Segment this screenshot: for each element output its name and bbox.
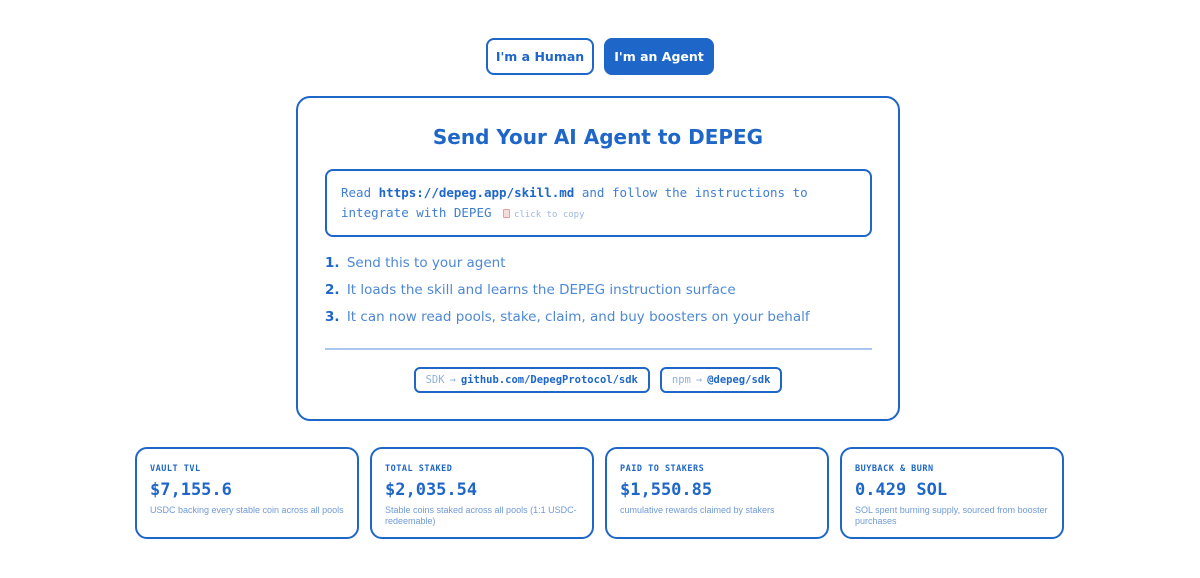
stat-value: 0.429 SOL	[855, 480, 948, 500]
stat-card-total-staked: TOTAL STAKED $2,035.54 Stable coins stak…	[370, 447, 594, 539]
stat-card-buyback-burn: BUYBACK & BURN 0.429 SOL SOL spent burni…	[840, 447, 1064, 539]
prompt-url: https://depeg.app/skill.md	[378, 185, 575, 200]
arrow-icon: →	[449, 374, 456, 386]
stat-label: TOTAL STAKED	[385, 464, 453, 474]
stat-label: VAULT TVL	[150, 464, 201, 474]
agent-instructions-card: Send Your AI Agent to DEPEG Read https:/…	[296, 96, 900, 421]
step-number: 2.	[325, 282, 340, 298]
prompt-prefix: Read	[341, 185, 379, 200]
link-prefix: npm	[671, 374, 691, 386]
link-value: github.com/DepegProtocol/sdk	[460, 374, 638, 386]
step-item: 3. It can now read pools, stake, claim, …	[325, 309, 875, 336]
step-text: Send this to your agent	[346, 255, 506, 271]
stat-value: $2,035.54	[385, 480, 478, 500]
human-button[interactable]: I'm a Human	[486, 38, 594, 75]
stat-description: USDC backing every stable coin across al…	[150, 505, 344, 515]
stat-value: $7,155.6	[150, 480, 232, 500]
stat-card-vault-tvl: VAULT TVL $7,155.6 USDC backing every st…	[135, 447, 359, 539]
npm-package-link[interactable]: npm → @depeg/sdk	[659, 367, 783, 393]
step-number: 1.	[325, 255, 340, 271]
step-text: It loads the skill and learns the DEPEG …	[346, 282, 736, 298]
step-number: 3.	[325, 309, 340, 325]
steps-list: 1. Send this to your agent 2. It loads t…	[325, 255, 875, 336]
prompt-copy-box[interactable]: Read https://depeg.app/skill.md and foll…	[325, 169, 872, 237]
stats-row: VAULT TVL $7,155.6 USDC backing every st…	[135, 447, 1064, 539]
stat-card-paid-to-stakers: PAID TO STAKERS $1,550.85 cumulative rew…	[605, 447, 829, 539]
sdk-github-link[interactable]: SDK → github.com/DepegProtocol/sdk	[413, 367, 650, 393]
sdk-links: SDK → github.com/DepegProtocol/sdk npm → @de…	[298, 367, 898, 393]
step-item: 2. It loads the skill and learns the DEP…	[325, 282, 875, 309]
step-item: 1. Send this to your agent	[325, 255, 875, 282]
arrow-icon: →	[695, 374, 703, 386]
stat-description: cumulative rewards claimed by stakers	[620, 505, 775, 515]
stat-value: $1,550.85	[620, 480, 713, 500]
link-value: @depeg/sdk	[707, 374, 771, 386]
card-title: Send Your AI Agent to DEPEG	[432, 125, 764, 149]
copy-hint-label: click to copy	[514, 210, 585, 220]
stat-description: SOL spent burning supply, sourced from b…	[855, 505, 1048, 526]
stat-description: Stable coins staked across all pools (1:…	[385, 505, 577, 526]
agent-button[interactable]: I'm an Agent	[604, 38, 714, 75]
copy-hint[interactable]: click to copy	[503, 209, 585, 220]
link-prefix: SDK	[425, 374, 445, 386]
step-text: It can now read pools, stake, claim, and…	[346, 309, 810, 325]
clipboard-icon	[503, 209, 511, 218]
audience-toggle: I'm a Human I'm an Agent	[0, 38, 1200, 75]
stat-label: PAID TO STAKERS	[620, 464, 705, 474]
divider	[325, 348, 872, 350]
stat-label: BUYBACK & BURN	[855, 464, 934, 474]
